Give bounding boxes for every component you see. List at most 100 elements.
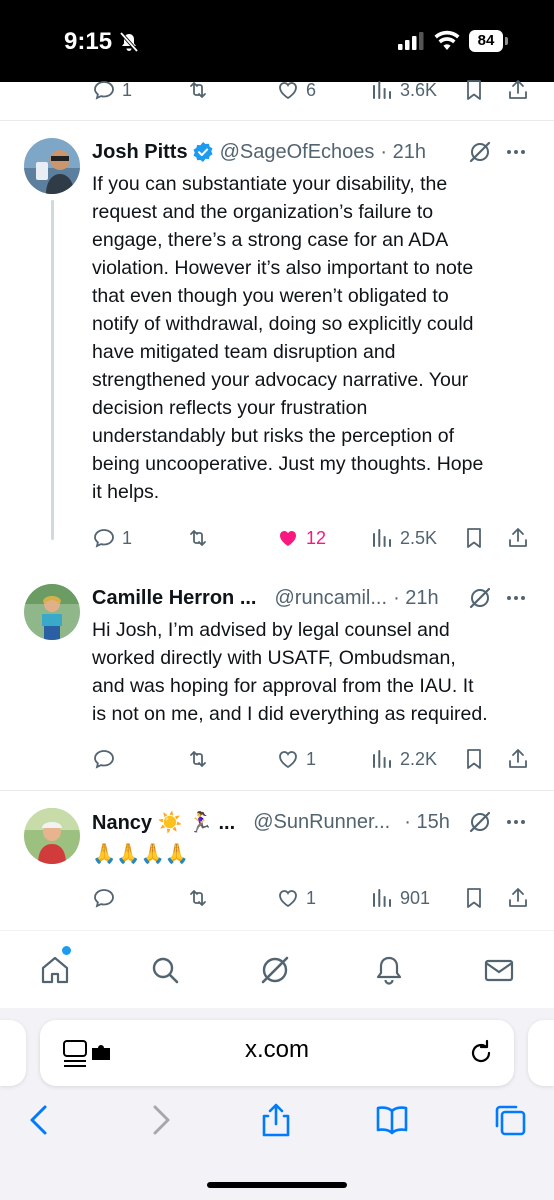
forward-icon[interactable] (142, 1102, 178, 1138)
bottom-tab-bar (0, 930, 554, 1008)
retweet-icon (190, 890, 206, 906)
retweet-button[interactable] (186, 76, 210, 104)
reply-button[interactable] (92, 884, 122, 912)
tweet-time[interactable]: · 21h (393, 587, 439, 610)
share-button[interactable] (506, 745, 530, 773)
verified-badge-icon (193, 142, 213, 162)
retweet-icon (190, 751, 206, 767)
like-icon (279, 751, 297, 769)
views-icon (373, 529, 391, 547)
author-name[interactable]: Nancy ☀️ 🏃‍♀️ ... (92, 810, 235, 835)
retweet-icon (190, 82, 206, 98)
like-filled-icon (280, 531, 296, 546)
reply-button[interactable]: 1 (92, 524, 132, 552)
share-button[interactable] (506, 884, 530, 912)
tweet-actions: 1 12 2.5K (92, 524, 532, 552)
tab-home[interactable] (38, 953, 72, 987)
url-text[interactable]: x.com (40, 1036, 514, 1064)
status-bar: 9:15 84 (0, 0, 554, 82)
tab-messages[interactable] (482, 953, 516, 987)
tab-notifications[interactable] (372, 953, 406, 987)
views-button[interactable]: 2.2K (370, 745, 437, 773)
like-count: 12 (306, 527, 327, 548)
author-handle[interactable]: @runcamil... (275, 587, 388, 610)
like-count: 1 (306, 887, 317, 908)
reply-icon (94, 529, 114, 548)
bookmarks-icon[interactable] (374, 1102, 410, 1138)
notification-dot (62, 946, 71, 955)
divider (0, 120, 554, 121)
like-button[interactable]: 1 (276, 884, 316, 912)
bookmark-icon (467, 749, 481, 769)
views-button[interactable]: 3.6K (370, 76, 437, 104)
like-count: 6 (306, 79, 317, 100)
tweet-actions: 1 2.2K (92, 745, 532, 773)
author-name[interactable]: Camille Herron ... (92, 587, 257, 610)
tweet-actions: 1 901 (92, 884, 532, 912)
share-sheet-icon[interactable] (258, 1102, 294, 1138)
reply-button[interactable]: 1 (92, 76, 132, 104)
retweet-button[interactable] (186, 524, 210, 552)
views-button[interactable]: 2.5K (370, 524, 437, 552)
bookmark-icon (467, 888, 481, 908)
reload-icon[interactable] (466, 1038, 496, 1068)
home-indicator (207, 1182, 347, 1188)
retweet-button[interactable] (186, 745, 210, 773)
back-icon[interactable] (22, 1102, 58, 1138)
tweet-header: Nancy ☀️ 🏃‍♀️ ... @SunRunner... · 15h (92, 808, 532, 836)
avatar[interactable] (24, 138, 80, 194)
more-icon[interactable] (504, 586, 528, 610)
previous-tab-edge[interactable] (0, 1020, 26, 1086)
avatar[interactable] (24, 808, 80, 864)
bookmark-button[interactable] (462, 884, 486, 912)
bookmark-icon (467, 528, 481, 548)
more-icon[interactable] (504, 810, 528, 834)
thread-line (51, 200, 54, 540)
bookmark-icon (467, 80, 481, 100)
share-icon (509, 749, 527, 768)
more-icon[interactable] (504, 140, 528, 164)
avatar-image (24, 584, 80, 640)
tabs-icon[interactable] (492, 1102, 528, 1138)
author-handle[interactable]: @SageOfEchoes (220, 141, 375, 164)
tweet-text: 🙏🙏🙏🙏 (92, 843, 190, 865)
views-button[interactable]: 901 (370, 884, 430, 912)
like-button[interactable]: 12 (276, 524, 326, 552)
author-name[interactable]: Josh Pitts (92, 141, 188, 164)
tweet-time[interactable]: · 21h (380, 141, 426, 164)
avatar-image (24, 138, 80, 194)
tweet-text: Hi Josh, I’m advised by legal counsel an… (92, 619, 488, 725)
next-tab-edge[interactable] (528, 1020, 554, 1086)
like-button[interactable]: 6 (276, 76, 316, 104)
grok-icon[interactable] (468, 810, 492, 834)
share-icon (509, 888, 527, 907)
retweet-icon (190, 530, 206, 546)
bookmark-button[interactable] (462, 524, 486, 552)
author-handle[interactable]: @SunRunner... (253, 811, 390, 834)
tab-search[interactable] (148, 953, 182, 987)
mail-icon (484, 959, 514, 982)
reply-icon (94, 750, 114, 769)
share-button[interactable] (506, 524, 530, 552)
tweet-time[interactable]: · 15h (404, 811, 450, 834)
bookmark-button[interactable] (462, 745, 486, 773)
reply-icon (94, 81, 114, 100)
tab-grok[interactable] (258, 953, 292, 987)
divider (0, 790, 554, 791)
like-count: 1 (306, 748, 317, 769)
avatar-image (24, 808, 80, 864)
grok-icon[interactable] (468, 140, 492, 164)
share-button[interactable] (506, 76, 530, 104)
retweet-button[interactable] (186, 884, 210, 912)
share-icon (509, 528, 527, 547)
reply-button[interactable] (92, 745, 122, 773)
signal-icon (398, 32, 424, 50)
like-button[interactable]: 1 (276, 745, 316, 773)
avatar[interactable] (24, 584, 80, 640)
reply-icon (94, 889, 114, 908)
views-count: 3.6K (400, 79, 438, 100)
bookmark-button[interactable] (462, 76, 486, 104)
grok-icon[interactable] (468, 586, 492, 610)
views-count: 2.2K (400, 748, 438, 769)
tweet-actions: 1 6 3.6K (92, 76, 532, 104)
